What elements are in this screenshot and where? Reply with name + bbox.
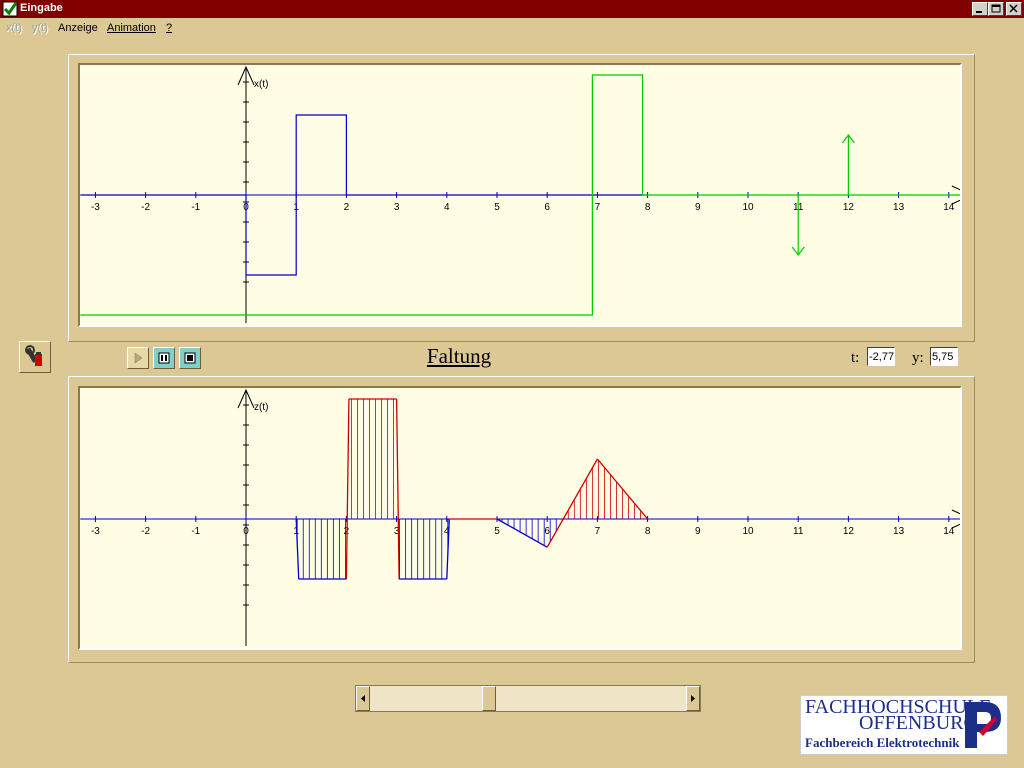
menu-animation[interactable]: Animation	[107, 22, 156, 34]
x-tick-label: 0	[243, 526, 249, 537]
x-tick-label: 13	[893, 202, 905, 213]
t-label: t:	[851, 350, 860, 366]
x-tick-label: 13	[893, 526, 905, 537]
x-tick-label: 3	[394, 202, 400, 213]
x-tick-label: 5	[494, 202, 500, 213]
x-tick-label: -3	[91, 202, 100, 213]
z-curve-segment	[395, 398, 400, 580]
x-tick-label: -3	[91, 526, 100, 537]
scroll-right-button[interactable]	[686, 686, 700, 711]
menu-anzeige[interactable]: Anzeige	[58, 22, 98, 34]
university-logo: FACHHOCHSCHULE OFFENBURG Fachbereich Ele…	[800, 695, 1008, 755]
x-tick-label: 10	[742, 526, 754, 537]
x-tick-label: 9	[695, 202, 701, 213]
scroll-thumb[interactable]	[481, 686, 496, 711]
x-tick-label: 6	[544, 202, 550, 213]
series-line-0	[80, 114, 648, 276]
x-tick-label: 2	[344, 202, 350, 213]
z-curve-segment	[345, 398, 350, 580]
x-tick-label: 7	[595, 526, 601, 537]
x-tick-label: 4	[444, 202, 450, 213]
section-title: Faltung	[426, 344, 492, 368]
x-tick-label: -2	[141, 202, 150, 213]
y-axis-label: z(t)	[254, 402, 268, 413]
x-tick-label: 8	[645, 526, 651, 537]
convolution-plot: z(t)-3-2-101234567891011121314	[78, 386, 962, 650]
minimize-icon	[976, 11, 982, 13]
arrow-right-icon	[691, 695, 695, 702]
window-title: Eingabe	[20, 2, 63, 14]
convolution-chart: z(t)-3-2-101234567891011121314	[80, 388, 960, 646]
x-tick-label: 14	[943, 526, 955, 537]
x-tick-label: -1	[191, 202, 200, 213]
x-tick-label: 10	[742, 202, 754, 213]
x-tick-label: 7	[595, 202, 601, 213]
x-tick-label: 14	[943, 202, 955, 213]
x-tick-label: 12	[843, 526, 855, 537]
close-icon	[1009, 4, 1018, 13]
menu-bar: x(t) y(t) Anzeige Animation ?	[0, 18, 1024, 38]
z-curve-segment	[546, 458, 598, 548]
logo-line-3: Fachbereich Elektrotechnik	[805, 735, 960, 750]
title-bar: Eingabe	[0, 0, 1024, 18]
x-tick-label: -1	[191, 526, 200, 537]
x-tick-label: 5	[494, 526, 500, 537]
menu-x-t[interactable]: x(t)	[6, 22, 22, 34]
time-shift-scrollbar[interactable]	[355, 685, 701, 712]
x-tick-label: 8	[645, 202, 651, 213]
x-tick-label: 6	[544, 526, 550, 537]
y-label: y:	[912, 350, 924, 366]
minimize-button[interactable]	[972, 2, 988, 16]
scroll-left-button[interactable]	[356, 686, 370, 711]
x-tick-label: -2	[141, 526, 150, 537]
x-tick-label: 11	[793, 526, 804, 537]
arrow-left-icon	[361, 695, 365, 702]
close-button[interactable]	[1006, 2, 1022, 16]
x-tick-label: 9	[695, 526, 701, 537]
maximize-icon	[991, 4, 1001, 13]
y-value-field[interactable]: 5,75	[930, 347, 958, 366]
menu-help[interactable]: ?	[166, 22, 172, 34]
maximize-button[interactable]	[988, 2, 1004, 16]
signal-plot: x(t) -3 -2 -1 0 1 2 3 4 5 6 7 8 9 10 11 12 13 14	[78, 63, 962, 327]
signal-chart: x(t)-3 -2 -1 0 1 2 3 4 5 6 7 8 9 10 11 12 13 14	[80, 65, 960, 323]
x-tick-label: 12	[843, 202, 855, 213]
y-axis-label: x(t)	[254, 79, 268, 90]
university-emblem-icon	[965, 702, 1001, 748]
menu-y-t[interactable]: y(t)	[32, 22, 48, 34]
checkmark-app-icon	[2, 1, 18, 17]
z-curve-segment	[496, 518, 548, 548]
t-value-field[interactable]: -2,77	[867, 347, 895, 366]
